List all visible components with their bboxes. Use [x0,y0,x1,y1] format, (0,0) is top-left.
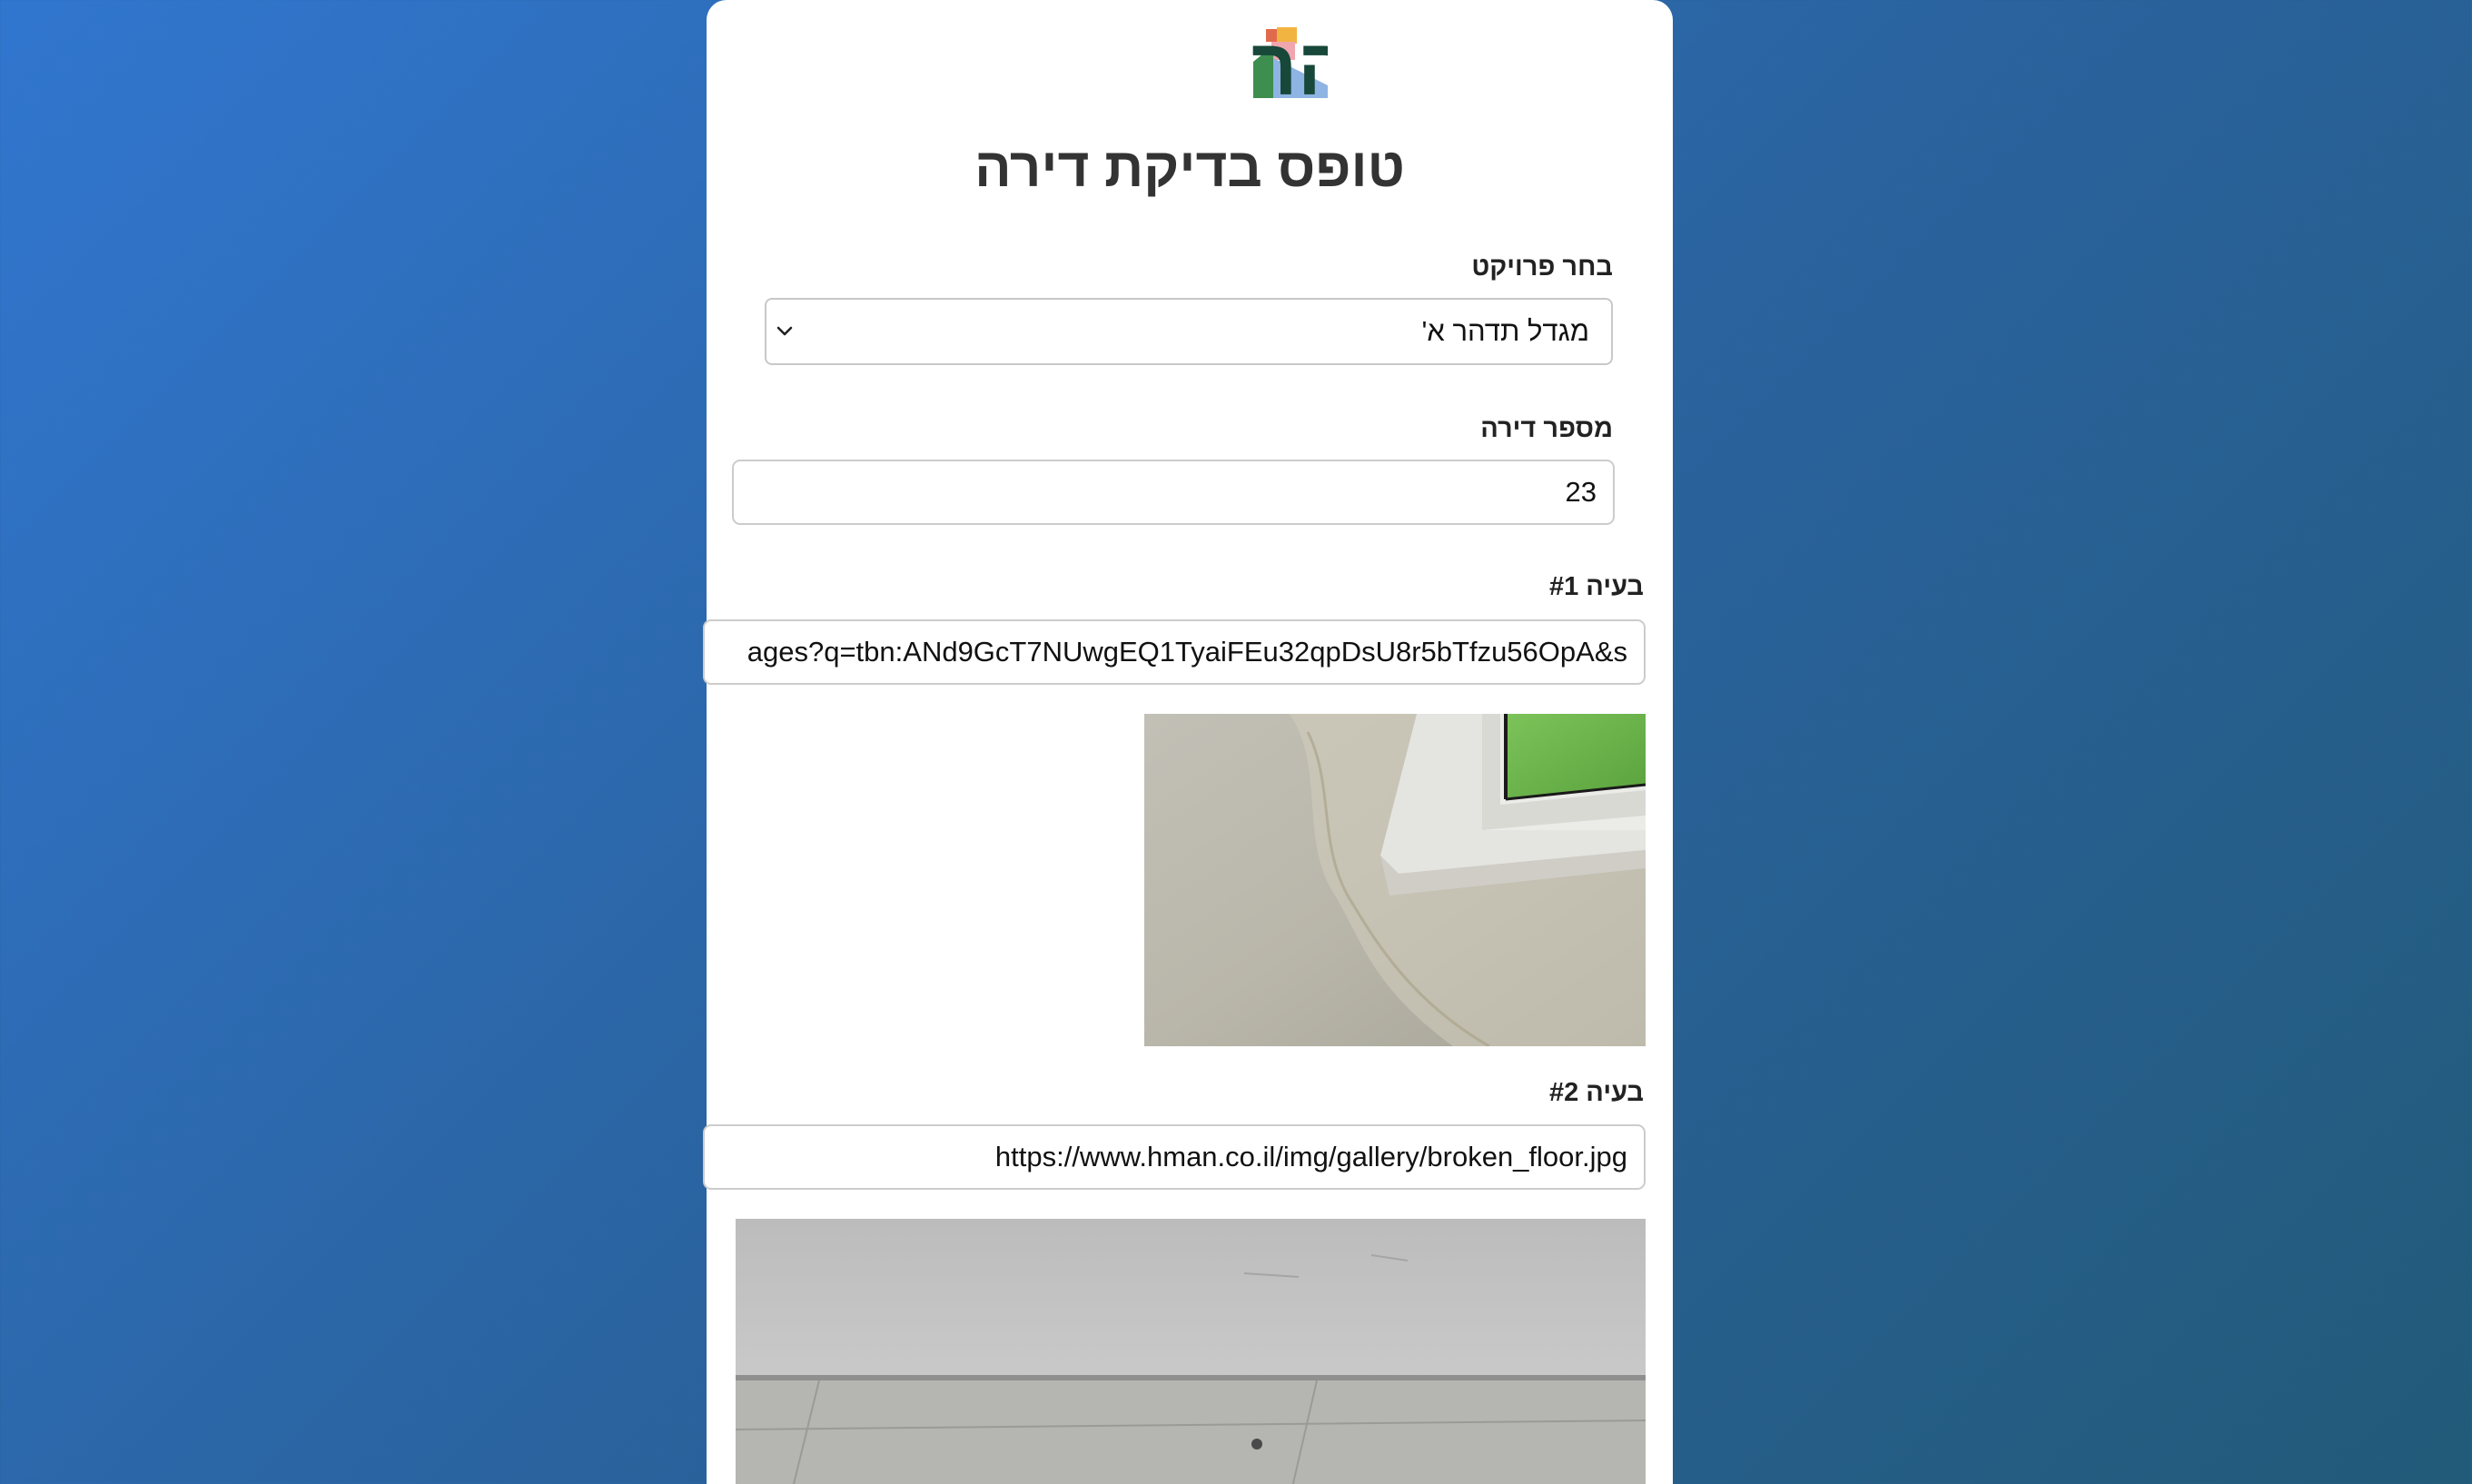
issue-2-photo [736,1219,1646,1484]
issue-1-label: בעיה #1 [1548,572,1644,601]
page-title: טופס בדיקת דירה [974,137,1405,198]
project-select-value: מגדל תדהר א' [1421,315,1589,347]
apartment-label: מספר דירה [1480,414,1613,443]
issue-1-photo [1144,714,1646,1046]
project-select[interactable]: מגדל תדהר א' [765,298,1613,365]
apartment-number-input[interactable] [732,460,1615,525]
issue-1-url-input[interactable] [703,619,1646,685]
logo-text: תדהר [1251,25,1328,98]
project-label: בחר פרויקט [1471,252,1613,282]
chevron-down-icon [776,326,793,336]
issue-2-label: בעיה #2 [1548,1078,1644,1107]
company-logo: תדהר [1251,25,1328,98]
form-card: תדהר טופס בדיקת דירה בחר פרויקט מגדל תדה… [703,0,1673,1484]
issue-2-url-input[interactable] [703,1124,1646,1190]
